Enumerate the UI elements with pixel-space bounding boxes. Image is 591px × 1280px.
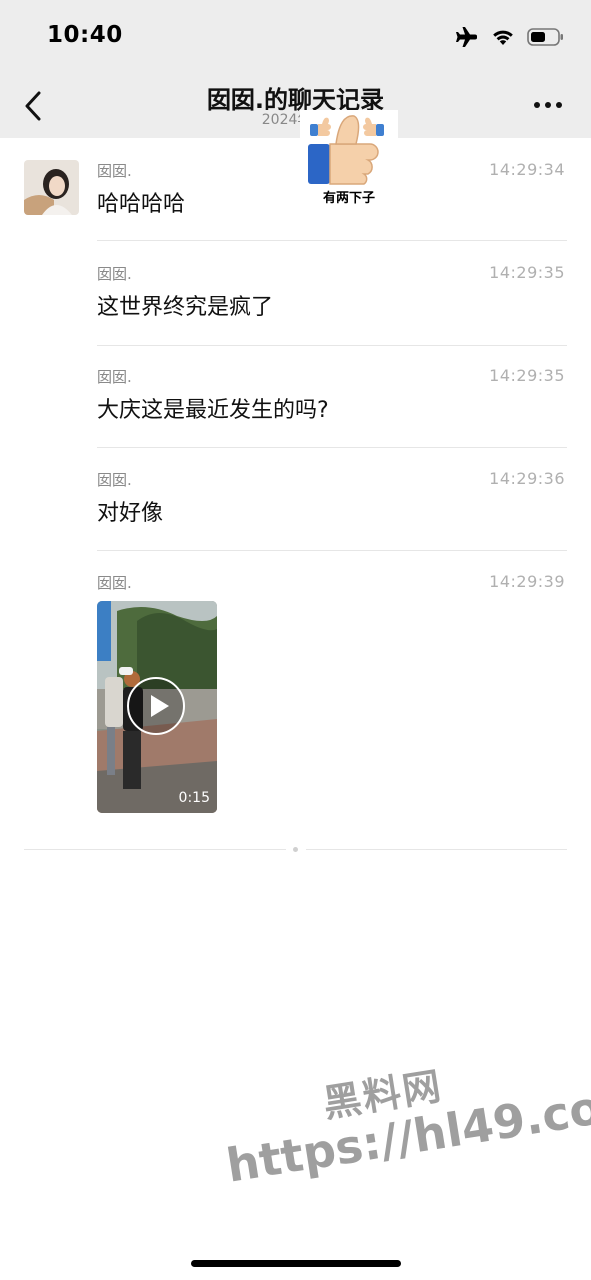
end-divider-dot bbox=[293, 847, 298, 852]
sender-name: 囡囡. bbox=[97, 574, 132, 592]
message-text: 哈哈哈哈 bbox=[97, 192, 186, 217]
page-subtitle: 2024年04 bbox=[261, 112, 330, 128]
sender-name: 囡囡. bbox=[97, 471, 132, 489]
message-time: 14:29:39 bbox=[489, 572, 565, 591]
message-divider bbox=[97, 345, 567, 346]
status-time: 10:40 bbox=[47, 22, 123, 48]
message-text: 这世界终究是疯了 bbox=[97, 295, 274, 320]
airplane-icon bbox=[456, 27, 477, 47]
play-icon[interactable] bbox=[127, 677, 185, 735]
message-text: 大庆这是最近发生的吗? bbox=[97, 398, 329, 423]
sender-name: 囡囡. bbox=[97, 368, 132, 386]
sender-name: 囡囡. bbox=[97, 265, 132, 283]
message-divider bbox=[97, 550, 567, 551]
sender-name: 囡囡. bbox=[97, 162, 132, 180]
more-dots-icon[interactable] bbox=[533, 100, 563, 110]
video-thumbnail[interactable]: 0:15 bbox=[97, 601, 217, 813]
message-divider bbox=[97, 447, 567, 448]
message-time: 14:29:35 bbox=[489, 366, 565, 385]
thumbs-up-sticker: 有两下子 bbox=[300, 110, 398, 208]
battery-icon bbox=[527, 28, 563, 46]
message-divider bbox=[97, 240, 567, 241]
watermark: 黑料网 https://hl49.co bbox=[215, 1037, 591, 1228]
end-divider-left bbox=[24, 849, 286, 850]
sticker-caption: 有两下子 bbox=[322, 191, 375, 206]
home-indicator[interactable] bbox=[191, 1260, 401, 1267]
message-time: 14:29:34 bbox=[489, 160, 565, 179]
message-time: 14:29:35 bbox=[489, 263, 565, 282]
status-icons bbox=[455, 26, 565, 48]
wifi-icon bbox=[493, 30, 513, 45]
nav-bar: 囡囡.的聊天记录 2024年04 bbox=[0, 76, 591, 138]
thumbs-up-icon bbox=[308, 115, 384, 185]
avatar[interactable] bbox=[24, 160, 79, 215]
end-divider-right bbox=[306, 849, 567, 850]
status-bar: 10:40 bbox=[0, 0, 591, 76]
message-text: 对好像 bbox=[97, 501, 164, 526]
message-time: 14:29:36 bbox=[489, 469, 565, 488]
video-duration: 0:15 bbox=[178, 790, 210, 806]
